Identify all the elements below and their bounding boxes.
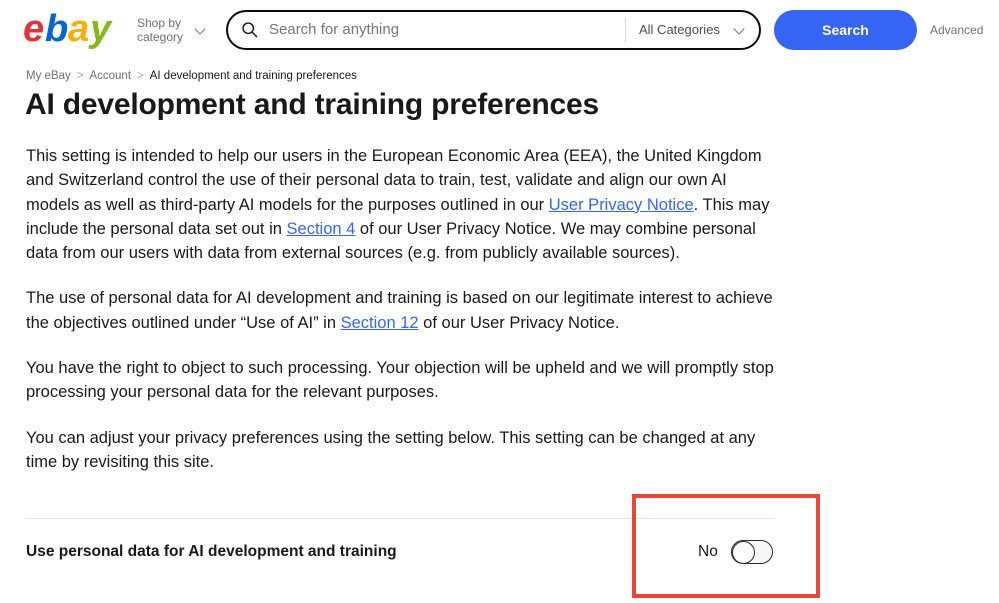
svg-text:a: a <box>68 9 89 50</box>
svg-text:b: b <box>45 9 68 50</box>
ai-training-toggle[interactable] <box>730 540 773 564</box>
breadcrumb-separator: > <box>137 70 144 82</box>
paragraph-legitimate-interest: The use of personal data for AI developm… <box>26 286 774 335</box>
breadcrumb-item-account[interactable]: Account <box>89 70 131 82</box>
shop-by-category-label: Shop by category <box>137 15 184 44</box>
category-select[interactable]: All Categories <box>626 12 759 48</box>
paragraph-legitimate-interest-text-2: of our User Privacy Notice. <box>418 313 620 332</box>
breadcrumb-separator: > <box>76 70 84 82</box>
section-12-link[interactable]: Section 12 <box>341 314 419 332</box>
breadcrumb-item-my-ebay[interactable]: My eBay <box>26 70 71 82</box>
paragraph-right-to-object: You have the right to object to such pro… <box>26 359 774 402</box>
page-title: AI development and training preferences <box>25 88 600 121</box>
breadcrumb-item-current: AI development and training preferences <box>149 70 357 82</box>
paragraph-intro: This setting is intended to help our use… <box>26 144 774 265</box>
toggle-value-label: No <box>698 543 718 560</box>
page-content: This setting is intended to help our use… <box>26 144 774 474</box>
toggle-knob <box>731 540 755 564</box>
user-privacy-notice-link[interactable]: User Privacy Notice <box>549 196 694 214</box>
section-4-link[interactable]: Section 4 <box>287 220 356 238</box>
site-header: e b a y Shop bycategory All Categories S… <box>0 0 999 59</box>
search-bar: All Categories <box>226 9 761 50</box>
svg-text:y: y <box>88 9 113 50</box>
setting-label: Use personal data for AI development and… <box>26 543 397 560</box>
shop-by-category-button[interactable]: Shop by category <box>137 16 206 44</box>
search-input[interactable] <box>267 11 625 48</box>
category-select-label: All Categories <box>639 22 720 37</box>
search-icon <box>242 22 258 38</box>
breadcrumb: My eBay > Account > AI development and t… <box>26 70 357 82</box>
setting-divider <box>26 518 774 519</box>
toggle-control: No <box>698 540 773 564</box>
ebay-logo[interactable]: e b a y <box>23 9 127 51</box>
setting-row: Use personal data for AI development and… <box>26 536 774 568</box>
advanced-search-link[interactable]: Advanced <box>930 23 983 37</box>
search-button[interactable]: Search <box>774 9 917 50</box>
chevron-down-icon <box>196 25 206 35</box>
chevron-down-icon <box>735 25 745 35</box>
svg-text:e: e <box>23 9 44 50</box>
paragraph-adjust-preferences: You can adjust your privacy preferences … <box>26 428 756 471</box>
